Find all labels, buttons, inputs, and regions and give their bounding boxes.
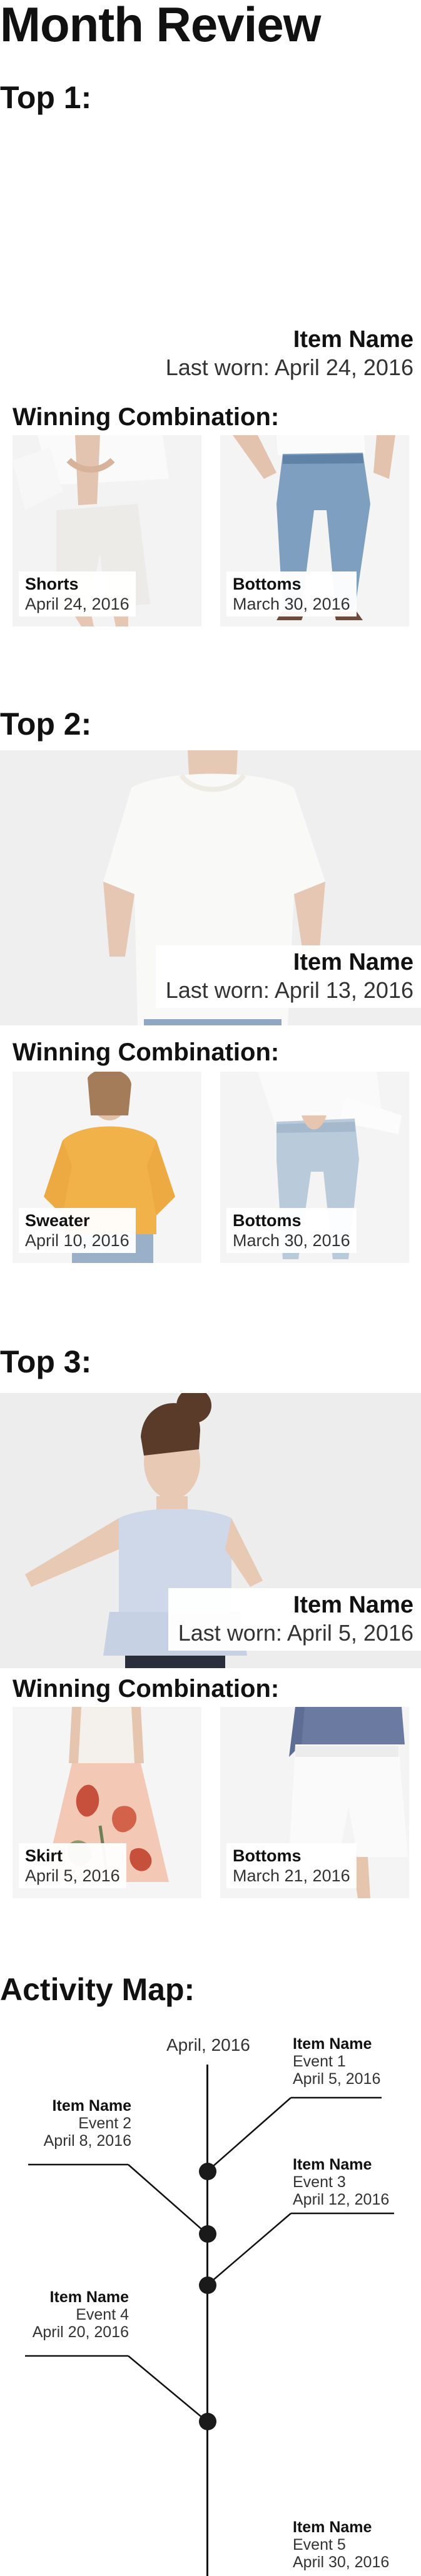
event-date: April 30, 2016 [293,2553,390,2571]
timeline-event-5[interactable]: Item Name Event 5 April 30, 2016 [293,2518,389,2571]
event-item-name: Item Name [293,2156,372,2173]
event-item-name: Item Name [49,2288,129,2306]
event-title: Event 2 [78,2115,131,2132]
timeline-dot-event-4[interactable] [199,2413,216,2430]
timeline-event-1[interactable]: Item Name Event 1 April 5, 2016 [293,2035,380,2088]
event-item-name: Item Name [293,2518,372,2536]
event-title: Event 5 [293,2536,346,2553]
event-item-name: Item Name [293,2035,372,2053]
timeline-event-3[interactable]: Item Name Event 3 April 12, 2016 [293,2156,389,2208]
timeline-dot-event-1[interactable] [199,2163,216,2180]
event-date: April 5, 2016 [293,2070,381,2088]
event-date: April 8, 2016 [43,2132,131,2150]
event-title: Event 3 [293,2173,346,2191]
timeline-dot-event-2[interactable] [199,2225,216,2243]
timeline-dot-event-3[interactable] [199,2277,216,2294]
event-date: April 12, 2016 [293,2191,390,2208]
event-date: April 20, 2016 [32,2323,129,2341]
event-title: Event 1 [293,2053,346,2070]
event-title: Event 4 [76,2306,129,2323]
event-item-name: Item Name [52,2097,131,2115]
timeline-event-2[interactable]: Item Name Event 2 April 8, 2016 [25,2097,131,2150]
timeline-event-4[interactable]: Item Name Event 4 April 20, 2016 [19,2288,129,2341]
